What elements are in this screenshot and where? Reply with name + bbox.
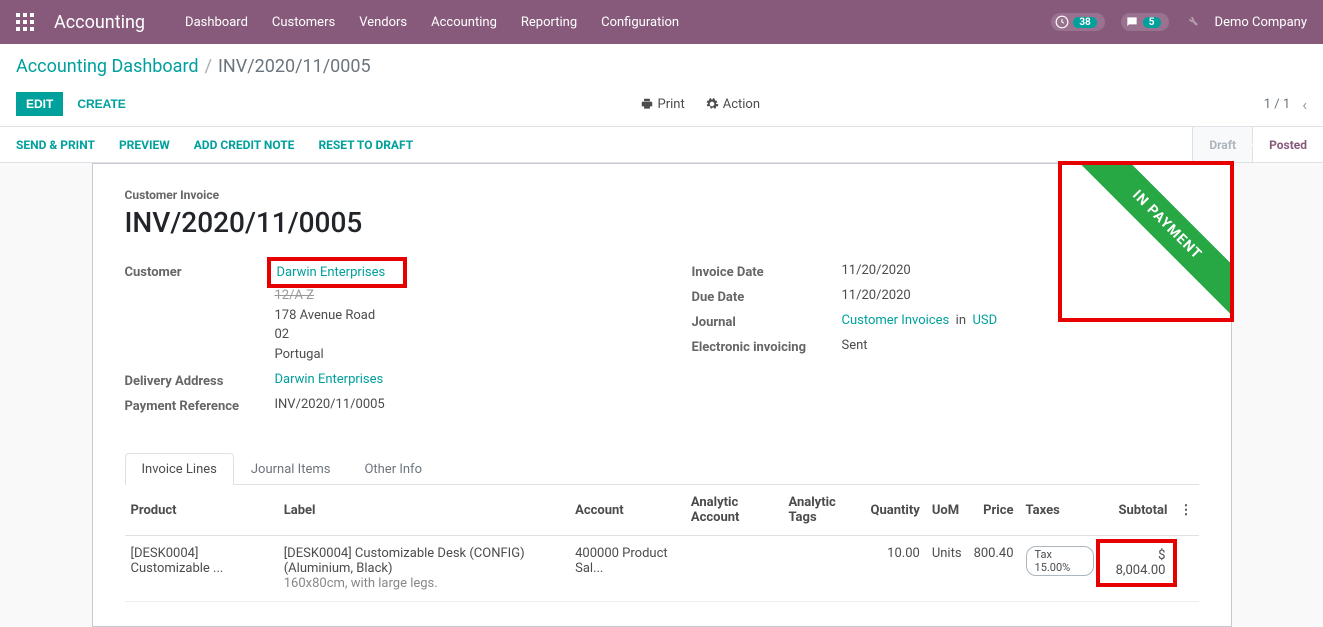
einv-value: Sent [842,338,868,353]
top-navbar: Accounting Dashboard Customers Vendors A… [0,0,1323,44]
messages-count: 5 [1143,17,1161,28]
invoice-lines-table: Product Label Account Analytic Account A… [125,485,1199,602]
menu-vendors[interactable]: Vendors [359,15,407,30]
menu-configuration[interactable]: Configuration [601,15,679,30]
payref-value: INV/2020/11/0005 [275,397,385,412]
action-button[interactable]: Action [705,97,760,112]
cell-analytic-account [685,536,783,602]
add-credit-note-button[interactable]: Add Credit Note [194,138,295,152]
form-sheet: IN PAYMENT Customer Invoice INV/2020/11/… [92,163,1232,627]
customer-label: Customer [125,263,275,280]
cell-analytic-tags [782,536,864,602]
menu-reporting[interactable]: Reporting [521,15,577,30]
journal-label: Journal [692,313,842,330]
breadcrumb-current: INV/2020/11/0005 [218,56,371,77]
th-product[interactable]: Product [125,485,278,536]
menu-customers[interactable]: Customers [272,15,335,30]
messages-badge[interactable]: 5 [1121,13,1169,31]
left-column: Customer Darwin Enterprises 12/A Z 178 A… [125,263,632,422]
preview-button[interactable]: Preview [119,138,170,152]
delivery-link[interactable]: Darwin Enterprises [275,372,384,387]
breadcrumb: Accounting Dashboard / INV/2020/11/0005 [0,44,1323,86]
notebook-tabs: Invoice Lines Journal Items Other Info [125,452,1199,485]
print-icon [640,97,654,111]
reset-to-draft-button[interactable]: Reset to Draft [318,138,413,152]
cell-label: [DESK0004] Customizable Desk (CONFIG) (A… [278,536,569,602]
pager-text: 1 / 1 [1264,97,1290,112]
addr-line-4: Portugal [275,345,388,365]
menu-accounting[interactable]: Accounting [431,15,497,30]
th-uom[interactable]: UoM [926,485,968,536]
status-bar: Send & Print Preview Add Credit Note Res… [0,127,1323,163]
main-menu: Dashboard Customers Vendors Accounting R… [185,15,1051,30]
invdate-value: 11/20/2020 [842,263,911,278]
highlight-customer: Darwin Enterprises [267,257,408,288]
company-name[interactable]: Demo Company [1215,15,1307,30]
invdate-label: Invoice Date [692,263,842,280]
menu-dashboard[interactable]: Dashboard [185,15,248,30]
addr-line-2: 178 Avenue Road [275,306,388,326]
th-quantity[interactable]: Quantity [865,485,926,536]
th-taxes[interactable]: Taxes [1020,485,1100,536]
gear-icon [705,97,719,111]
tax-chip: Tax 15.00% [1026,546,1094,576]
delivery-label: Delivery Address [125,372,275,389]
th-label[interactable]: Label [278,485,569,536]
th-subtotal[interactable]: Subtotal [1100,485,1174,536]
currency-link[interactable]: USD [972,313,997,328]
breadcrumb-sep: / [205,56,212,77]
status-draft[interactable]: Draft [1192,127,1252,162]
apps-icon[interactable] [16,13,34,31]
tab-journal-items[interactable]: Journal Items [234,453,348,485]
highlight-subtotal: $ 8,004.00 [1096,539,1178,587]
activity-count: 38 [1073,17,1096,28]
edit-button[interactable]: Edit [16,92,63,116]
status-ribbon: IN PAYMENT [1061,164,1231,334]
einv-label: Electronic invoicing [692,338,842,355]
navbar-right: 38 5 Demo Company [1051,13,1307,31]
invoice-title: INV/2020/11/0005 [125,206,1199,239]
journal-link[interactable]: Customer Invoices [842,313,950,328]
breadcrumb-parent[interactable]: Accounting Dashboard [16,56,199,77]
status-posted[interactable]: Posted [1252,127,1323,162]
payref-label: Payment Reference [125,397,275,414]
tab-other-info[interactable]: Other Info [347,453,439,485]
cell-price: 800.40 [968,536,1020,602]
debug-icon[interactable] [1185,13,1199,31]
create-button[interactable]: Create [67,92,135,116]
customer-link[interactable]: Darwin Enterprises [277,265,386,280]
th-analytic-account[interactable]: Analytic Account [685,485,783,536]
cell-account: 400000 Product Sal... [569,536,685,602]
table-row[interactable]: [DESK0004] Customizable ... [DESK0004] C… [125,536,1199,602]
ribbon-label: IN PAYMENT [1069,164,1231,323]
app-brand[interactable]: Accounting [54,12,145,33]
cell-taxes: Tax 15.00% [1020,536,1100,602]
addr-line-3: 02 [275,325,388,345]
print-button[interactable]: Print [640,97,685,112]
tab-invoice-lines[interactable]: Invoice Lines [125,453,234,485]
control-panel: Edit Create Print Action 1 / 1 ‹ [0,86,1323,127]
cell-subtotal: $ 8,004.00 [1100,536,1174,602]
duedate-value: 11/20/2020 [842,288,911,303]
duedate-label: Due Date [692,288,842,305]
th-kebab[interactable]: ⋮ [1173,485,1198,536]
send-print-button[interactable]: Send & Print [16,138,95,152]
cell-product: [DESK0004] Customizable ... [125,536,278,602]
activity-badge[interactable]: 38 [1051,13,1104,31]
th-analytic-tags[interactable]: Analytic Tags [782,485,864,536]
section-label: Customer Invoice [125,188,1199,202]
pager-prev[interactable]: ‹ [1302,95,1307,114]
th-price[interactable]: Price [968,485,1020,536]
th-account[interactable]: Account [569,485,685,536]
cell-quantity: 10.00 [865,536,926,602]
cell-uom: Units [926,536,968,602]
addr-line-1: 12/A Z [275,286,388,306]
journal-in: in [956,313,966,328]
